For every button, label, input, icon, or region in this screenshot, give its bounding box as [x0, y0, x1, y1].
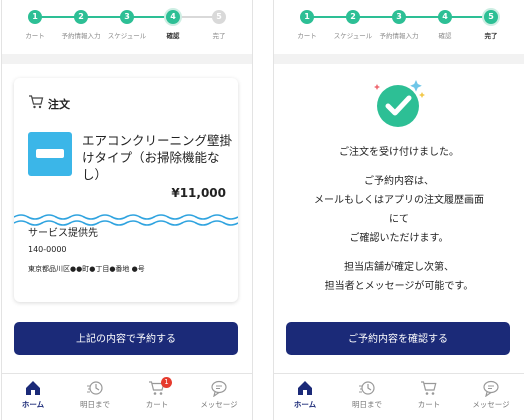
chat-icon [483, 380, 499, 397]
step-label: 完了 [484, 32, 498, 40]
cart-count-badge: 1 [161, 377, 172, 388]
step-label: スケジュール [333, 32, 373, 40]
step-confirm: 4 確認 [423, 10, 467, 40]
progress-stepper: 1 カート 2 予約情報入力 3 スケジュール 4 確認 5 完了 [2, 0, 252, 52]
tab-label: 明日まで [352, 400, 382, 409]
bottom-tab-bar: ホーム 明日まで カート メッセージ [274, 373, 524, 420]
tab-label: ホーム [21, 400, 45, 409]
step-label: 完了 [212, 32, 226, 40]
step-number: 2 [74, 10, 88, 24]
step-number: 5 [484, 10, 498, 24]
tab-by-tomorrow[interactable]: 明日まで [336, 379, 398, 410]
card-title: 注文 [48, 97, 70, 111]
cart-icon [28, 94, 44, 113]
step-schedule: 2 スケジュール [331, 10, 375, 40]
step-confirm: 4 確認 [151, 10, 195, 40]
order-confirm-screen: 1 カート 2 予約情報入力 3 スケジュール 4 確認 5 完了 注文 エアコ… [1, 0, 253, 420]
tab-label: メッセージ [472, 400, 510, 409]
step-label: カート [297, 32, 317, 40]
order-complete-screen: 1 カート 2 スケジュール 3 予約情報入力 4 確認 5 完了 ご注文を受け… [273, 0, 524, 420]
tab-label: カート [145, 400, 169, 409]
tab-home[interactable]: ホーム [2, 379, 64, 410]
step-label: 確認 [438, 32, 452, 40]
step-number: 2 [346, 10, 360, 24]
message-line: ご予約内容は、 [364, 176, 434, 187]
step-complete: 5 完了 [469, 10, 513, 40]
product-row: エアコンクリーニング壁掛けタイプ（お掃除機能なし） [28, 132, 234, 183]
tab-messages[interactable]: メッセージ [460, 379, 522, 410]
home-icon [298, 381, 312, 395]
product-price: ¥11,000 [171, 186, 226, 200]
clock-speed-icon [359, 381, 375, 395]
step-label: カート [25, 32, 45, 40]
step-complete: 5 完了 [197, 10, 241, 40]
step-label: 予約情報入力 [379, 32, 419, 40]
step-number: 5 [212, 10, 226, 24]
tab-home[interactable]: ホーム [274, 379, 336, 410]
tab-label: メッセージ [200, 400, 238, 409]
step-number: 1 [28, 10, 42, 24]
air-conditioner-icon [36, 149, 64, 158]
progress-stepper: 1 カート 2 スケジュール 3 予約情報入力 4 確認 5 完了 [274, 0, 524, 52]
step-number: 4 [166, 10, 180, 24]
message-line: ご注文を受け付けました。 [339, 147, 459, 158]
step-number: 1 [300, 10, 314, 24]
step-cart: 1 カート [285, 10, 329, 40]
air-conditioner-thumbnail [28, 132, 72, 176]
message-line: 担当店舗が確定し次第、 [344, 262, 454, 273]
step-label: 予約情報入力 [61, 32, 101, 40]
success-check-icon [374, 80, 425, 127]
completion-message: ご注文を受け付けました。 ご予約内容は、 メールもしくはアプリの注文履歴画面 に… [274, 144, 524, 297]
reserve-button[interactable]: 上記の内容で予約する [14, 322, 238, 355]
cart-icon [421, 381, 437, 395]
step-label: 確認 [166, 32, 180, 40]
tab-cart[interactable]: 1 カート [126, 377, 188, 410]
message-line: メールもしくはアプリの注文履歴画面 [314, 195, 484, 206]
tab-label: 明日まで [80, 400, 110, 409]
message-line: 担当者とメッセージが可能です。 [324, 281, 474, 292]
step-label: スケジュール [107, 32, 147, 40]
section-divider [274, 54, 524, 64]
tab-label: カート [417, 400, 441, 409]
tab-cart[interactable]: カート [398, 379, 460, 410]
section-divider [2, 54, 252, 64]
step-schedule: 3 スケジュール [105, 10, 149, 40]
service-location-title: サービス提供先 [28, 228, 98, 239]
tab-label: ホーム [293, 400, 317, 409]
order-summary-card: 注文 エアコンクリーニング壁掛けタイプ（お掃除機能なし） ¥11,000 サービ… [14, 78, 238, 302]
step-reservation-info: 2 予約情報入力 [59, 10, 103, 40]
step-number: 3 [120, 10, 134, 24]
tab-by-tomorrow[interactable]: 明日まで [64, 379, 126, 410]
chat-icon [211, 380, 227, 397]
clock-speed-icon [87, 381, 103, 395]
message-line: にて [389, 214, 409, 225]
view-reservation-button[interactable]: ご予約内容を確認する [286, 322, 510, 355]
postal-code: 140-0000 [28, 245, 67, 254]
service-address: 東京都品川区●●町●丁目●番地 ●号 [28, 265, 145, 273]
step-cart: 1 カート [13, 10, 57, 40]
step-number: 4 [438, 10, 452, 24]
product-name: エアコンクリーニング壁掛けタイプ（お掃除機能なし） [82, 133, 233, 182]
step-number: 3 [392, 10, 406, 24]
tab-messages[interactable]: メッセージ [188, 379, 250, 410]
step-reservation-info: 3 予約情報入力 [377, 10, 421, 40]
bottom-tab-bar: ホーム 明日まで 1 カート メッセージ [2, 373, 252, 420]
home-icon [26, 381, 40, 395]
message-line: ご確認いただけます。 [349, 233, 449, 244]
card-header: 注文 [28, 94, 70, 113]
